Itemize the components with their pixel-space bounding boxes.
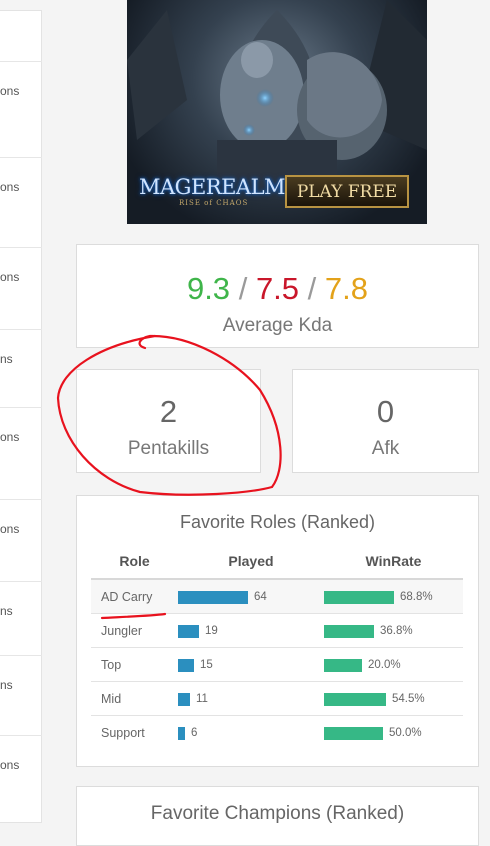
- pentakills-value: 2: [159, 394, 178, 429]
- role-name: AD Carry: [91, 578, 178, 614]
- played-bar: [178, 692, 190, 706]
- ad-brand-logo: MAGEREALM: [139, 175, 286, 199]
- winrate-bar: [324, 624, 374, 638]
- column-header-role: Role: [91, 544, 178, 580]
- afk-card: 0 Afk: [292, 369, 479, 473]
- winrate-value: 68.8%: [400, 591, 433, 604]
- list-item[interactable]: ns: [0, 329, 42, 408]
- played-cell: 19: [178, 613, 324, 648]
- play-free-button[interactable]: PLAY FREE: [285, 175, 409, 208]
- list-item-label: ns: [0, 352, 13, 366]
- played-value: 6: [191, 727, 198, 740]
- kda-card: 9.3 / 7.5 / 7.8 Average Kda: [76, 244, 479, 348]
- played-bar: [178, 726, 185, 740]
- played-cell: 11: [178, 681, 324, 716]
- table-row: Top 15 20.0%: [91, 647, 463, 682]
- winrate-bar: [324, 726, 383, 740]
- role-name: Top: [91, 647, 178, 682]
- played-cell: 15: [178, 647, 324, 682]
- list-item-label: ons: [0, 758, 20, 772]
- column-header-winrate: WinRate: [324, 544, 463, 580]
- role-name: Jungler: [91, 613, 178, 648]
- table-row: Mid 11 54.5%: [91, 681, 463, 716]
- roles-table: Role Played WinRate AD Carry 64 68.8% Jungl…: [91, 544, 463, 749]
- list-item[interactable]: ons: [0, 247, 42, 330]
- kda-assists: 7.8: [324, 271, 369, 306]
- ad-tagline: RISE of CHAOS: [179, 199, 249, 207]
- table-row: Support 6 50.0%: [91, 715, 463, 749]
- list-item-label: ns: [0, 678, 13, 692]
- favorite-champions-card: Favorite Champions (Ranked): [76, 786, 479, 846]
- list-item-label: ons: [0, 430, 20, 444]
- played-cell: 6: [178, 715, 324, 749]
- winrate-cell: 50.0%: [324, 715, 463, 749]
- pentakills-label: Pentakills: [127, 438, 210, 459]
- favorite-champions-title: Favorite Champions (Ranked): [150, 803, 405, 824]
- played-cell: 64: [178, 578, 324, 614]
- list-item[interactable]: ns: [0, 581, 42, 656]
- afk-label: Afk: [371, 438, 400, 459]
- list-item[interactable]: ns: [0, 655, 42, 736]
- played-value: 64: [254, 591, 267, 604]
- kda-label: Average Kda: [222, 315, 333, 336]
- ad-banner[interactable]: MAGEREALM RISE of CHAOS PLAY FREE: [127, 0, 427, 224]
- winrate-cell: 68.8%: [324, 578, 463, 614]
- winrate-cell: 20.0%: [324, 647, 463, 682]
- table-row: AD Carry 64 68.8%: [91, 578, 463, 614]
- winrate-value: 50.0%: [389, 727, 422, 740]
- winrate-value: 20.0%: [368, 659, 401, 672]
- role-name: Support: [91, 715, 178, 749]
- pentakills-card: 2 Pentakills: [76, 369, 261, 473]
- favorite-roles-title: Favorite Roles (Ranked): [179, 512, 376, 532]
- column-header-played: Played: [178, 544, 324, 580]
- list-item-label: ons: [0, 270, 20, 284]
- kda-deaths: 7.5: [255, 271, 300, 306]
- list-item[interactable]: ons: [0, 735, 42, 826]
- winrate-bar: [324, 658, 362, 672]
- played-bar: [178, 624, 199, 638]
- list-item-label: ons: [0, 180, 20, 194]
- winrate-cell: 54.5%: [324, 681, 463, 716]
- list-item[interactable]: ons: [0, 61, 42, 158]
- winrate-bar: [324, 692, 386, 706]
- list-item-label: ons: [0, 84, 20, 98]
- left-sidebar-column: ons ons ons ns ons ons ns ns ons: [0, 10, 42, 823]
- list-item-label: ns: [0, 604, 13, 618]
- winrate-bar: [324, 590, 394, 604]
- list-item[interactable]: ons: [0, 407, 42, 500]
- played-value: 11: [196, 693, 208, 706]
- played-bar: [178, 658, 194, 672]
- winrate-value: 54.5%: [392, 693, 425, 706]
- kda-values: 9.3 / 7.5 / 7.8: [77, 271, 478, 307]
- table-row: Jungler 19 36.8%: [91, 613, 463, 648]
- favorite-roles-card: Favorite Roles (Ranked) Role Played WinR…: [76, 495, 479, 767]
- afk-value: 0: [376, 394, 395, 429]
- kda-separator: /: [307, 271, 317, 306]
- winrate-cell: 36.8%: [324, 613, 463, 648]
- list-item[interactable]: ons: [0, 499, 42, 582]
- list-item[interactable]: ons: [0, 157, 42, 254]
- played-bar: [178, 590, 248, 604]
- winrate-value: 36.8%: [380, 625, 413, 638]
- role-name: Mid: [91, 681, 178, 716]
- kda-separator: /: [238, 271, 248, 306]
- kda-kills: 9.3: [186, 271, 231, 306]
- played-value: 15: [200, 659, 213, 672]
- played-value: 19: [205, 625, 218, 638]
- list-item-label: ons: [0, 522, 20, 536]
